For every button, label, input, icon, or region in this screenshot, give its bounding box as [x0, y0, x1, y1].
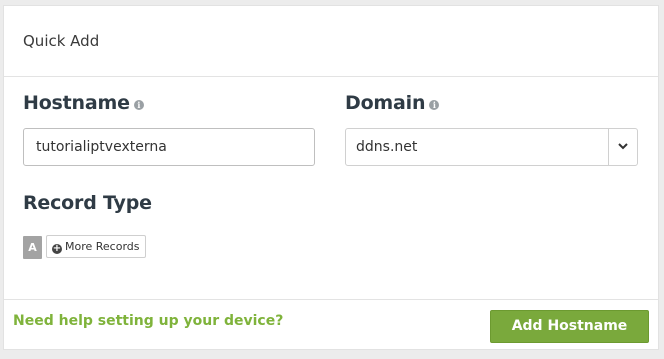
- record-type-label: Record Type: [23, 192, 152, 214]
- panel-footer: Need help setting up your device? Add Ho…: [4, 299, 658, 350]
- more-records-label: More Records: [65, 240, 140, 253]
- hostname-label-text: Hostname: [23, 92, 130, 114]
- more-records-button[interactable]: + More Records: [46, 235, 146, 258]
- hostname-label: Hostname i: [23, 92, 144, 114]
- panel-header: Quick Add: [4, 6, 658, 77]
- info-icon[interactable]: i: [133, 100, 144, 110]
- info-icon[interactable]: i: [429, 100, 440, 110]
- quick-add-panel: Quick Add Hostnamei Domaini ddns.net Rec…: [3, 5, 659, 350]
- help-link[interactable]: Need help setting up your device?: [13, 313, 283, 329]
- record-type-a-badge[interactable]: A: [23, 236, 42, 259]
- domain-label-text: Domain: [345, 92, 426, 114]
- domain-select-value: ddns.net: [356, 139, 418, 155]
- add-hostname-button[interactable]: Add Hostname: [490, 310, 649, 343]
- domain-select[interactable]: ddns.net: [345, 128, 638, 166]
- hostname-input[interactable]: [23, 128, 315, 166]
- panel-title: Quick Add: [23, 32, 100, 50]
- chevron-down-icon: [618, 143, 628, 150]
- domain-label: Domain i: [345, 92, 440, 114]
- plus-circle-icon: +: [52, 243, 62, 254]
- domain-select-toggle[interactable]: [608, 129, 637, 165]
